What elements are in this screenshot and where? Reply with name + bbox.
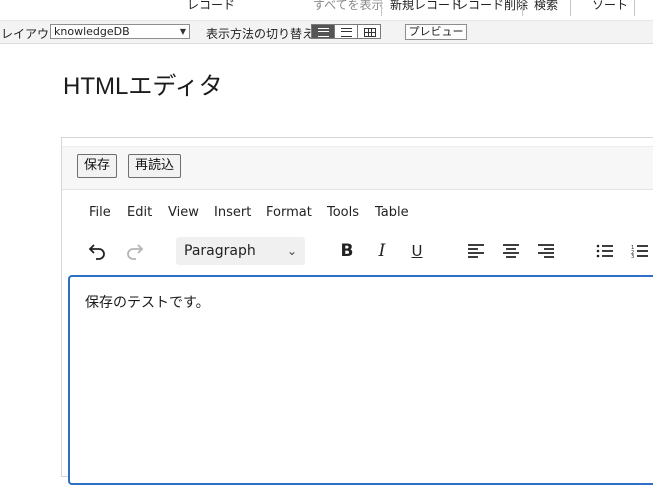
bold-icon[interactable]: B	[335, 239, 359, 263]
block-format-value: Paragraph	[184, 243, 256, 259]
menu-edit[interactable]: Edit	[127, 205, 152, 220]
align-left-icon[interactable]	[464, 239, 488, 263]
record-label: レコード	[187, 0, 236, 12]
editor-content-area[interactable]: 保存のテストです。	[68, 275, 653, 485]
menu-tools[interactable]: Tools	[327, 205, 359, 220]
toolbar-divider	[570, 0, 571, 16]
align-center-icon[interactable]	[499, 239, 523, 263]
form-view-icon	[318, 28, 329, 37]
editor-menubar: File Edit View Insert Format Tools Table	[62, 199, 653, 227]
editor-paragraph[interactable]: 保存のテストです。	[85, 292, 210, 312]
save-button[interactable]: 保存	[77, 154, 118, 178]
numbered-list-icon[interactable]: 123	[628, 239, 652, 263]
layout-bar: レイアウト: knowledgeDB ▼ 表示方法の切り替え: プレビュー	[0, 21, 653, 44]
menu-insert[interactable]: Insert	[214, 205, 251, 220]
layout-select[interactable]: knowledgeDB ▼	[50, 24, 190, 39]
status-toolbar: レコード すべてを表示 新規レコード レコード削除 検索 ソート	[0, 0, 653, 21]
italic-icon[interactable]: I	[370, 239, 394, 263]
dropdown-arrow-icon: ▼	[179, 27, 186, 36]
show-all-button[interactable]: すべてを表示	[313, 0, 383, 13]
menu-table[interactable]: Table	[375, 205, 409, 220]
view-switch-group	[311, 24, 381, 39]
table-view-icon	[364, 28, 376, 37]
new-record-button[interactable]: 新規レコード	[390, 0, 462, 13]
table-view-button[interactable]	[357, 24, 381, 39]
editor-card: 保存 再読込 File Edit View Insert Format Tool…	[61, 137, 653, 485]
list-view-icon	[341, 28, 352, 37]
card-header: 保存 再読込	[62, 146, 653, 190]
toolbar-divider	[634, 0, 635, 16]
toolbar-divider	[522, 0, 523, 16]
align-right-icon[interactable]	[534, 239, 558, 263]
bullet-list-icon[interactable]	[593, 239, 617, 263]
form-view-button[interactable]	[311, 24, 335, 39]
sort-button[interactable]: ソート	[592, 0, 628, 13]
reload-button[interactable]: 再読込	[128, 154, 182, 178]
editor-toolbar: Paragraph ⌄ B I U 123	[62, 235, 653, 269]
menu-view[interactable]: View	[168, 205, 199, 220]
block-format-select[interactable]: Paragraph ⌄	[176, 237, 305, 265]
menu-file[interactable]: File	[89, 205, 111, 220]
redo-icon[interactable]	[123, 239, 147, 263]
preview-button[interactable]: プレビュー	[405, 24, 467, 40]
delete-record-button[interactable]: レコード削除	[456, 0, 528, 13]
page-title: HTMLエディタ	[63, 73, 223, 100]
toolbar-divider	[381, 0, 382, 16]
menu-format[interactable]: Format	[266, 205, 312, 220]
undo-icon[interactable]	[85, 239, 109, 263]
underline-icon[interactable]: U	[405, 239, 429, 263]
chevron-down-icon: ⌄	[286, 244, 297, 258]
list-view-button[interactable]	[334, 24, 358, 39]
layout-select-value: knowledgeDB	[54, 25, 130, 38]
view-switch-label: 表示方法の切り替え:	[206, 27, 319, 41]
find-button[interactable]: 検索	[534, 0, 558, 13]
svg-text:3: 3	[631, 254, 634, 258]
